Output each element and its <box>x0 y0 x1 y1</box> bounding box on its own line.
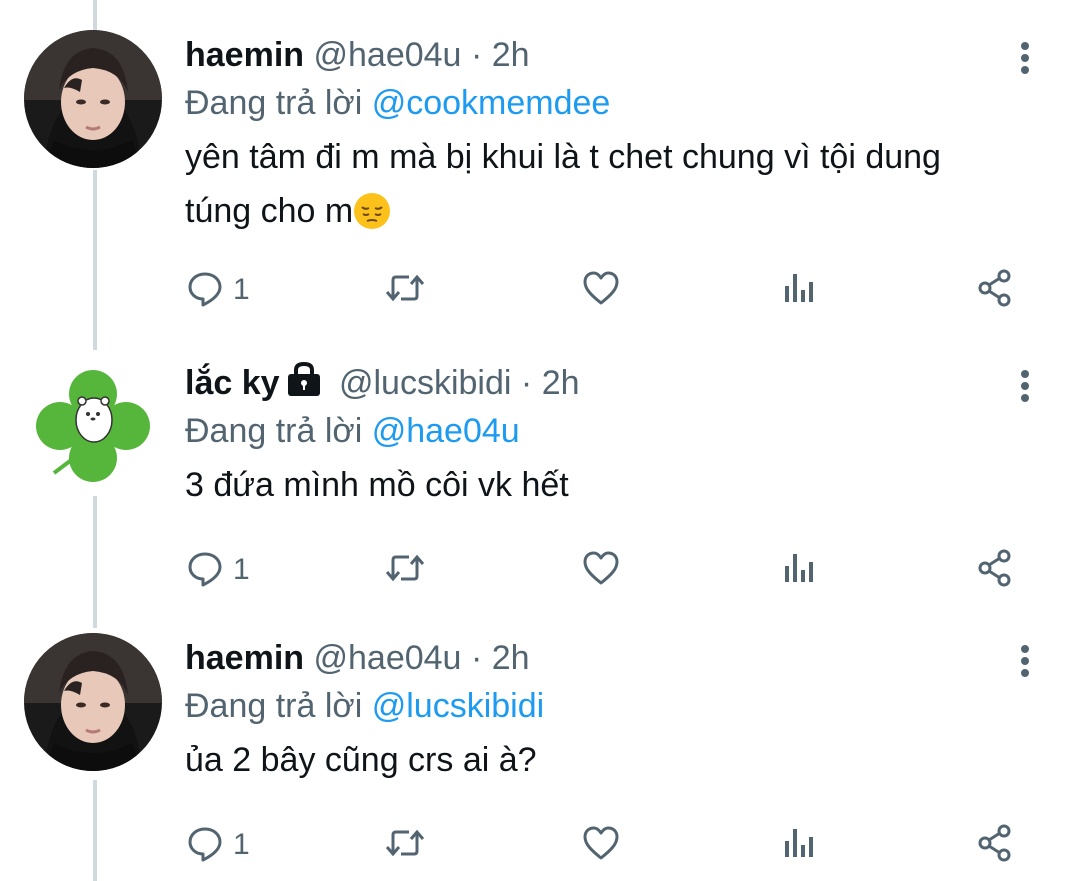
share-icon <box>975 268 1015 313</box>
thread-line <box>93 0 97 30</box>
retweet-button[interactable] <box>383 820 427 870</box>
avatar[interactable] <box>24 358 162 496</box>
pensive-face-emoji <box>353 192 391 246</box>
reply-button[interactable]: 1 <box>185 545 250 595</box>
reply-icon <box>185 268 225 313</box>
reply-icon <box>185 823 225 868</box>
share-icon <box>975 823 1015 868</box>
retweet-icon <box>383 823 427 868</box>
analytics-icon <box>779 268 819 313</box>
reply-count: 1 <box>233 553 250 586</box>
reply-button[interactable]: 1 <box>185 265 250 315</box>
retweet-icon <box>383 548 427 593</box>
tweet[interactable]: lắc ky @lucskibidi · 2h Đang trả lời @ha… <box>0 358 1080 608</box>
like-button[interactable] <box>581 820 621 870</box>
like-icon <box>581 268 621 313</box>
retweet-button[interactable] <box>383 265 427 315</box>
timestamp[interactable]: 2h <box>492 36 530 74</box>
user-handle[interactable]: @hae04u <box>314 36 462 74</box>
tweet-text-content: 3 đứa mình mồ côi vk hết <box>185 466 569 504</box>
like-button[interactable] <box>581 265 621 315</box>
tweet-text: yên tâm đi m mà bị khui là t chet chung … <box>185 130 1015 246</box>
analytics-button[interactable] <box>779 545 819 595</box>
display-name[interactable]: haemin <box>185 639 304 677</box>
separator: · <box>470 639 483 677</box>
like-button[interactable] <box>581 545 621 595</box>
mention-link[interactable]: @lucskibidi <box>372 687 544 725</box>
analytics-button[interactable] <box>779 265 819 315</box>
tweet-text: ủa 2 bây cũng crs ai à? <box>185 733 1015 787</box>
share-button[interactable] <box>975 265 1015 315</box>
reply-button[interactable]: 1 <box>185 820 250 870</box>
user-handle[interactable]: @hae04u <box>314 639 462 677</box>
tweet-actions: 1 <box>185 545 1035 595</box>
tweet-header: haemin @hae04u · 2h <box>185 30 530 80</box>
lock-icon <box>284 361 324 411</box>
more-options-icon[interactable] <box>1010 641 1040 681</box>
tweet-header: haemin @hae04u · 2h <box>185 633 530 683</box>
replying-label: Đang trả lời <box>185 84 363 122</box>
tweet-text-content: ủa 2 bây cũng crs ai à? <box>185 741 537 779</box>
retweet-icon <box>383 268 427 313</box>
share-icon <box>975 548 1015 593</box>
retweet-button[interactable] <box>383 545 427 595</box>
display-name[interactable]: lắc ky <box>185 364 280 402</box>
mention-link[interactable]: @hae04u <box>372 412 520 450</box>
replying-to: Đang trả lời @hae04u <box>185 406 520 456</box>
analytics-icon <box>779 548 819 593</box>
reply-count: 1 <box>233 828 250 861</box>
replying-to: Đang trả lời @cookmemdee <box>185 78 610 128</box>
mention-link[interactable]: @cookmemdee <box>372 84 611 122</box>
analytics-button[interactable] <box>779 820 819 870</box>
reply-icon <box>185 548 225 593</box>
replying-label: Đang trả lời <box>185 412 363 450</box>
replying-label: Đang trả lời <box>185 687 363 725</box>
tweet[interactable]: haemin @hae04u · 2h Đang trả lời @lucski… <box>0 633 1080 881</box>
tweet-text: 3 đứa mình mồ côi vk hết <box>185 458 1015 512</box>
separator: · <box>520 364 533 402</box>
share-button[interactable] <box>975 820 1015 870</box>
like-icon <box>581 548 621 593</box>
like-icon <box>581 823 621 868</box>
display-name[interactable]: haemin <box>185 36 304 74</box>
reply-count: 1 <box>233 273 250 306</box>
share-button[interactable] <box>975 545 1015 595</box>
avatar[interactable] <box>24 633 162 771</box>
timestamp[interactable]: 2h <box>492 639 530 677</box>
tweet-header: lắc ky @lucskibidi · 2h <box>185 358 580 408</box>
tweet-actions: 1 <box>185 265 1035 315</box>
tweet-actions: 1 <box>185 820 1035 870</box>
tweet[interactable]: haemin @hae04u · 2h Đang trả lời @cookme… <box>0 30 1080 330</box>
separator: · <box>470 36 483 74</box>
avatar[interactable] <box>24 30 162 168</box>
more-options-icon[interactable] <box>1010 38 1040 78</box>
timestamp[interactable]: 2h <box>542 364 580 402</box>
replying-to: Đang trả lời @lucskibidi <box>185 681 544 731</box>
more-options-icon[interactable] <box>1010 366 1040 406</box>
user-handle[interactable]: @lucskibidi <box>339 364 511 402</box>
analytics-icon <box>779 823 819 868</box>
tweet-text-content: yên tâm đi m mà bị khui là t chet chung … <box>185 138 941 230</box>
